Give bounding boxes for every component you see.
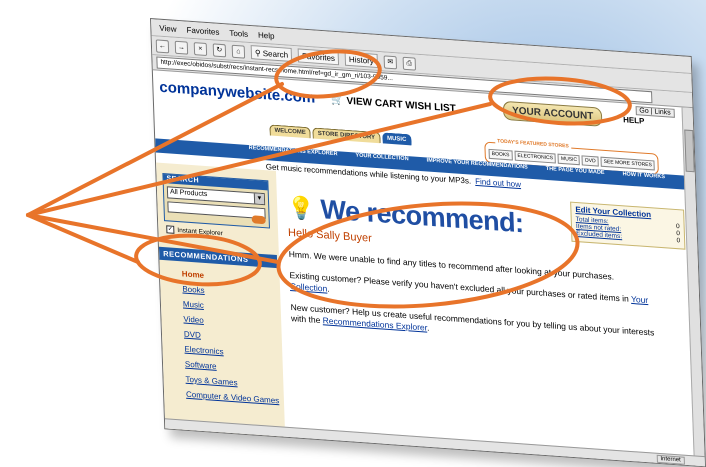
promo-link[interactable]: Find out how	[475, 177, 521, 189]
search-button-label: Search	[262, 48, 289, 60]
nav-recommendations-explorer[interactable]: RECOMMENDATIONS EXPLORER	[249, 145, 338, 165]
go-label: Go	[639, 107, 649, 116]
search-icon: ⚲	[254, 47, 261, 58]
instant-explorer-label: Instant Explorer	[177, 226, 223, 237]
refresh-icon[interactable]: ↻	[212, 42, 227, 57]
featured-store-music[interactable]: MUSIC	[557, 153, 581, 166]
view-cart-link[interactable]: 🛒 VIEW CART	[331, 95, 403, 111]
pointer-line-sidebar	[26, 213, 140, 264]
tab-music[interactable]: MUSIC	[381, 132, 412, 146]
sidebar-item-software[interactable]: Software	[185, 360, 281, 376]
sidebar-item-music[interactable]: Music	[183, 299, 279, 315]
favorites-button-label: Favorites	[301, 51, 336, 63]
menu-help[interactable]: Help	[258, 30, 275, 40]
sidebar: SEARCH All Products ▼ ✓ Instant Explorer…	[156, 162, 286, 438]
nav-your-collection[interactable]: YOUR COLLECTION	[355, 152, 409, 170]
edit-collection-box: Edit Your Collection Total items: 0 Items…	[570, 201, 686, 250]
view-cart-label: VIEW CART	[346, 95, 403, 111]
lightbulb-icon: 💡	[286, 194, 315, 222]
menu-view[interactable]: View	[159, 23, 177, 33]
history-button-label: History	[348, 54, 374, 66]
chevron-down-icon: ▼	[253, 193, 265, 205]
featured-store-dvd[interactable]: DVD	[581, 155, 599, 167]
back-icon[interactable]: ←	[155, 38, 170, 53]
print-icon[interactable]: ⎙	[402, 56, 417, 71]
scrollbar-thumb[interactable]	[684, 129, 695, 173]
featured-store-books[interactable]: BOOKS	[488, 148, 513, 161]
site-logo[interactable]: companywebsite.com	[159, 79, 315, 107]
sidebar-item-home[interactable]: Home	[182, 269, 278, 285]
sidebar-item-dvd[interactable]: DVD	[184, 330, 280, 346]
forward-icon[interactable]: →	[174, 40, 189, 55]
sidebar-item-video[interactable]: Video	[183, 315, 279, 331]
featured-store-more[interactable]: SEE MORE STORES	[600, 156, 656, 171]
tab-welcome[interactable]: WELCOME	[269, 124, 312, 139]
recommendations-list: Home Books Music Video DVD Electronics S…	[159, 260, 282, 406]
instant-explorer-checkbox[interactable]: ✓	[166, 225, 175, 234]
internet-zone: Internet	[656, 454, 685, 465]
cart-icon: 🛒	[331, 94, 344, 107]
page-content: companywebsite.com 🛒 VIEW CART WISH LIST…	[153, 70, 705, 467]
menu-favorites[interactable]: Favorites	[186, 25, 219, 36]
browser-window: View Favorites Tools Help ← → × ↻ ⌂ ⚲ Sea…	[150, 18, 706, 467]
sidebar-item-toys-games[interactable]: Toys & Games	[185, 375, 281, 391]
instant-explorer-option: ✓ Instant Explorer	[166, 225, 223, 237]
search-go-button[interactable]	[251, 215, 266, 225]
featured-store-electronics[interactable]: ELECTRONICS	[514, 150, 557, 164]
sidebar-item-books[interactable]: Books	[182, 284, 278, 300]
help-link[interactable]: HELP	[623, 115, 645, 126]
excluded-items-value: 0	[676, 237, 681, 245]
wish-list-link[interactable]: WISH LIST	[405, 100, 456, 115]
mail-icon[interactable]: ✉	[383, 54, 398, 69]
favorites-button[interactable]: Favorites	[297, 48, 340, 66]
sidebar-item-electronics[interactable]: Electronics	[184, 345, 280, 361]
recommendations-nav: RECOMMENDATIONS Home Books Music Video D…	[158, 246, 282, 412]
menu-tools[interactable]: Tools	[229, 28, 248, 38]
home-icon[interactable]: ⌂	[231, 44, 246, 59]
nav-page-you-made[interactable]: THE PAGE YOU MADE	[546, 166, 605, 184]
search-category-value: All Products	[169, 188, 208, 199]
links-label: Links	[654, 108, 671, 117]
your-account-button[interactable]: YOUR ACCOUNT	[502, 100, 603, 127]
sidebar-item-computer-video-games[interactable]: Computer & Video Games	[186, 390, 282, 406]
search-button[interactable]: ⚲ Search	[250, 45, 293, 63]
history-button[interactable]: History	[344, 51, 379, 69]
search-box: SEARCH All Products ▼	[162, 172, 270, 229]
nav-how-it-works[interactable]: HOW IT WORKS	[622, 171, 665, 188]
stop-icon[interactable]: ×	[193, 41, 208, 56]
status-bar: Internet	[164, 418, 705, 467]
